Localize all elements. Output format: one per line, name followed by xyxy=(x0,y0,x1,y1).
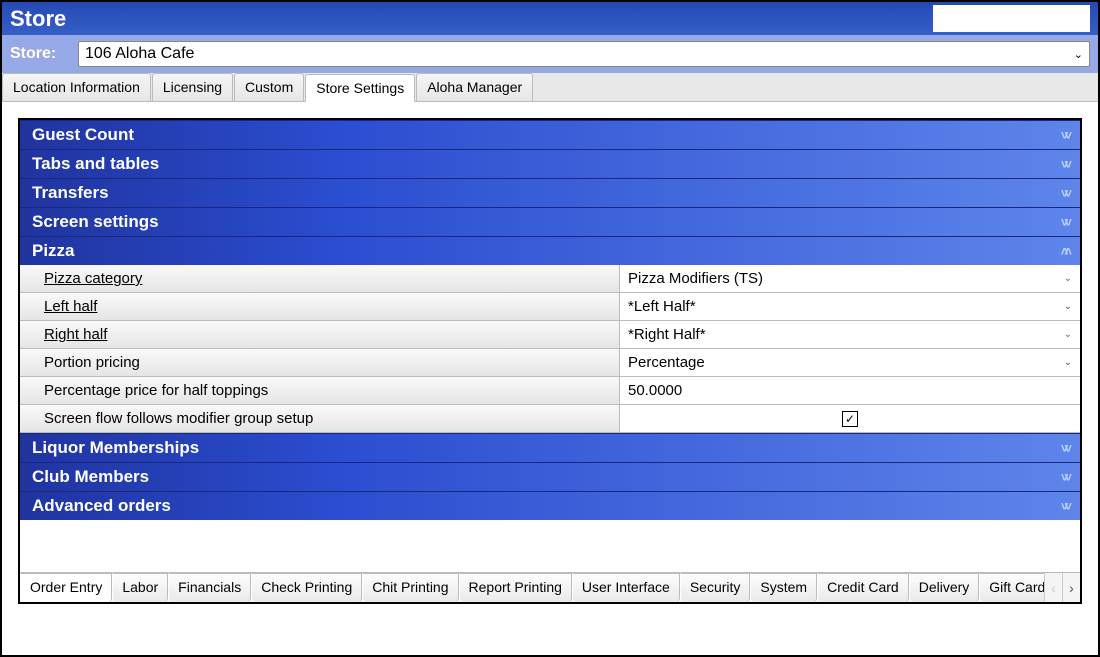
percentage-price-input[interactable]: 50.0000 xyxy=(620,377,1080,404)
subtab-delivery[interactable]: Delivery xyxy=(909,573,980,602)
screen-flow-checkbox[interactable]: ✓ xyxy=(842,411,858,427)
right-half-dropdown[interactable]: *Right Half* ⌄ xyxy=(620,321,1080,348)
chevron-down-icon: ⌄ xyxy=(1074,48,1083,61)
row-screen-flow: Screen flow follows modifier group setup… xyxy=(20,405,1080,433)
store-dropdown[interactable]: 106 Aloha Cafe ⌄ xyxy=(78,41,1090,67)
section-label: Liquor Memberships xyxy=(32,438,199,458)
section-guest-count[interactable]: Guest Count ˅˅ xyxy=(20,120,1080,149)
collapse-up-icon: ˄˄ xyxy=(1061,244,1068,259)
subtab-report-printing[interactable]: Report Printing xyxy=(459,573,572,602)
expand-down-icon: ˅˅ xyxy=(1061,128,1068,143)
section-label: Guest Count xyxy=(32,125,134,145)
screen-flow-checkbox-cell: ✓ xyxy=(620,405,1080,432)
subtab-credit-card[interactable]: Credit Card xyxy=(817,573,909,602)
section-club-members[interactable]: Club Members ˅˅ xyxy=(20,462,1080,491)
section-advanced-orders[interactable]: Advanced orders ˅˅ xyxy=(20,491,1080,520)
expand-down-icon: ˅˅ xyxy=(1061,499,1068,514)
tab-store-settings[interactable]: Store Settings xyxy=(305,74,415,102)
prop-value: Pizza Modifiers (TS) xyxy=(628,270,763,287)
settings-panel: Guest Count ˅˅ Tabs and tables ˅˅ Transf… xyxy=(18,118,1082,604)
subtab-check-printing[interactable]: Check Printing xyxy=(251,573,362,602)
prop-label: Percentage price for half toppings xyxy=(20,377,620,404)
title-bar: Store xyxy=(2,2,1098,35)
prop-value: *Left Half* xyxy=(628,298,696,315)
pizza-category-dropdown[interactable]: Pizza Modifiers (TS) ⌄ xyxy=(620,265,1080,292)
bottom-tab-strip: Order Entry Labor Financials Check Print… xyxy=(20,572,1080,602)
row-portion-pricing: Portion pricing Percentage ⌄ xyxy=(20,349,1080,377)
tab-custom[interactable]: Custom xyxy=(234,73,304,101)
scroll-right-icon[interactable]: › xyxy=(1062,573,1080,602)
expand-down-icon: ˅˅ xyxy=(1061,470,1068,485)
page-title: Store xyxy=(10,6,66,32)
prop-label: Portion pricing xyxy=(20,349,620,376)
chevron-down-icon: ⌄ xyxy=(1064,301,1072,312)
subtab-gift-card[interactable]: Gift Card xyxy=(979,573,1044,602)
row-pizza-category: Pizza category Pizza Modifiers (TS) ⌄ xyxy=(20,265,1080,293)
accordion-area: Guest Count ˅˅ Tabs and tables ˅˅ Transf… xyxy=(20,120,1080,572)
subtab-labor[interactable]: Labor xyxy=(112,573,168,602)
expand-down-icon: ˅˅ xyxy=(1061,157,1068,172)
prop-label: Left half xyxy=(20,293,620,320)
section-label: Pizza xyxy=(32,241,75,261)
row-right-half: Right half *Right Half* ⌄ xyxy=(20,321,1080,349)
portion-pricing-dropdown[interactable]: Percentage ⌄ xyxy=(620,349,1080,376)
tab-aloha-manager[interactable]: Aloha Manager xyxy=(416,73,533,101)
section-label: Advanced orders xyxy=(32,496,171,516)
subtab-financials[interactable]: Financials xyxy=(168,573,251,602)
expand-down-icon: ˅˅ xyxy=(1061,186,1068,201)
prop-value: 50.0000 xyxy=(628,382,682,399)
subtab-user-interface[interactable]: User Interface xyxy=(572,573,680,602)
chevron-down-icon: ⌄ xyxy=(1064,357,1072,368)
prop-value: Percentage xyxy=(628,354,705,371)
title-right-box xyxy=(933,5,1090,32)
section-screen-settings[interactable]: Screen settings ˅˅ xyxy=(20,207,1080,236)
expand-down-icon: ˅˅ xyxy=(1061,441,1068,456)
section-pizza[interactable]: Pizza ˄˄ xyxy=(20,236,1080,265)
tab-licensing[interactable]: Licensing xyxy=(152,73,233,101)
store-dropdown-value: 106 Aloha Cafe xyxy=(85,45,194,63)
store-label: Store: xyxy=(10,45,70,63)
subtab-security[interactable]: Security xyxy=(680,573,751,602)
bottom-tab-scroll-area: Order Entry Labor Financials Check Print… xyxy=(20,573,1044,602)
row-left-half: Left half *Left Half* ⌄ xyxy=(20,293,1080,321)
store-select-row: Store: 106 Aloha Cafe ⌄ xyxy=(2,35,1098,73)
subtab-order-entry[interactable]: Order Entry xyxy=(20,573,112,602)
subtab-system[interactable]: System xyxy=(750,573,817,602)
row-percentage-price: Percentage price for half toppings 50.00… xyxy=(20,377,1080,405)
scroll-left-icon[interactable]: ‹ xyxy=(1044,573,1062,602)
section-label: Tabs and tables xyxy=(32,154,159,174)
prop-label: Pizza category xyxy=(20,265,620,292)
chevron-down-icon: ⌄ xyxy=(1064,273,1072,284)
section-transfers[interactable]: Transfers ˅˅ xyxy=(20,178,1080,207)
top-tab-strip: Location Information Licensing Custom St… xyxy=(2,73,1098,102)
left-half-dropdown[interactable]: *Left Half* ⌄ xyxy=(620,293,1080,320)
prop-label: Screen flow follows modifier group setup xyxy=(20,405,620,432)
section-liquor-memberships[interactable]: Liquor Memberships ˅˅ xyxy=(20,433,1080,462)
section-label: Transfers xyxy=(32,183,109,203)
chevron-down-icon: ⌄ xyxy=(1064,329,1072,340)
section-label: Club Members xyxy=(32,467,149,487)
prop-value: *Right Half* xyxy=(628,326,706,343)
prop-label: Right half xyxy=(20,321,620,348)
content-outer: Guest Count ˅˅ Tabs and tables ˅˅ Transf… xyxy=(2,102,1098,620)
tab-location-information[interactable]: Location Information xyxy=(2,73,151,101)
expand-down-icon: ˅˅ xyxy=(1061,215,1068,230)
section-tabs-tables[interactable]: Tabs and tables ˅˅ xyxy=(20,149,1080,178)
section-label: Screen settings xyxy=(32,212,159,232)
subtab-chit-printing[interactable]: Chit Printing xyxy=(362,573,458,602)
